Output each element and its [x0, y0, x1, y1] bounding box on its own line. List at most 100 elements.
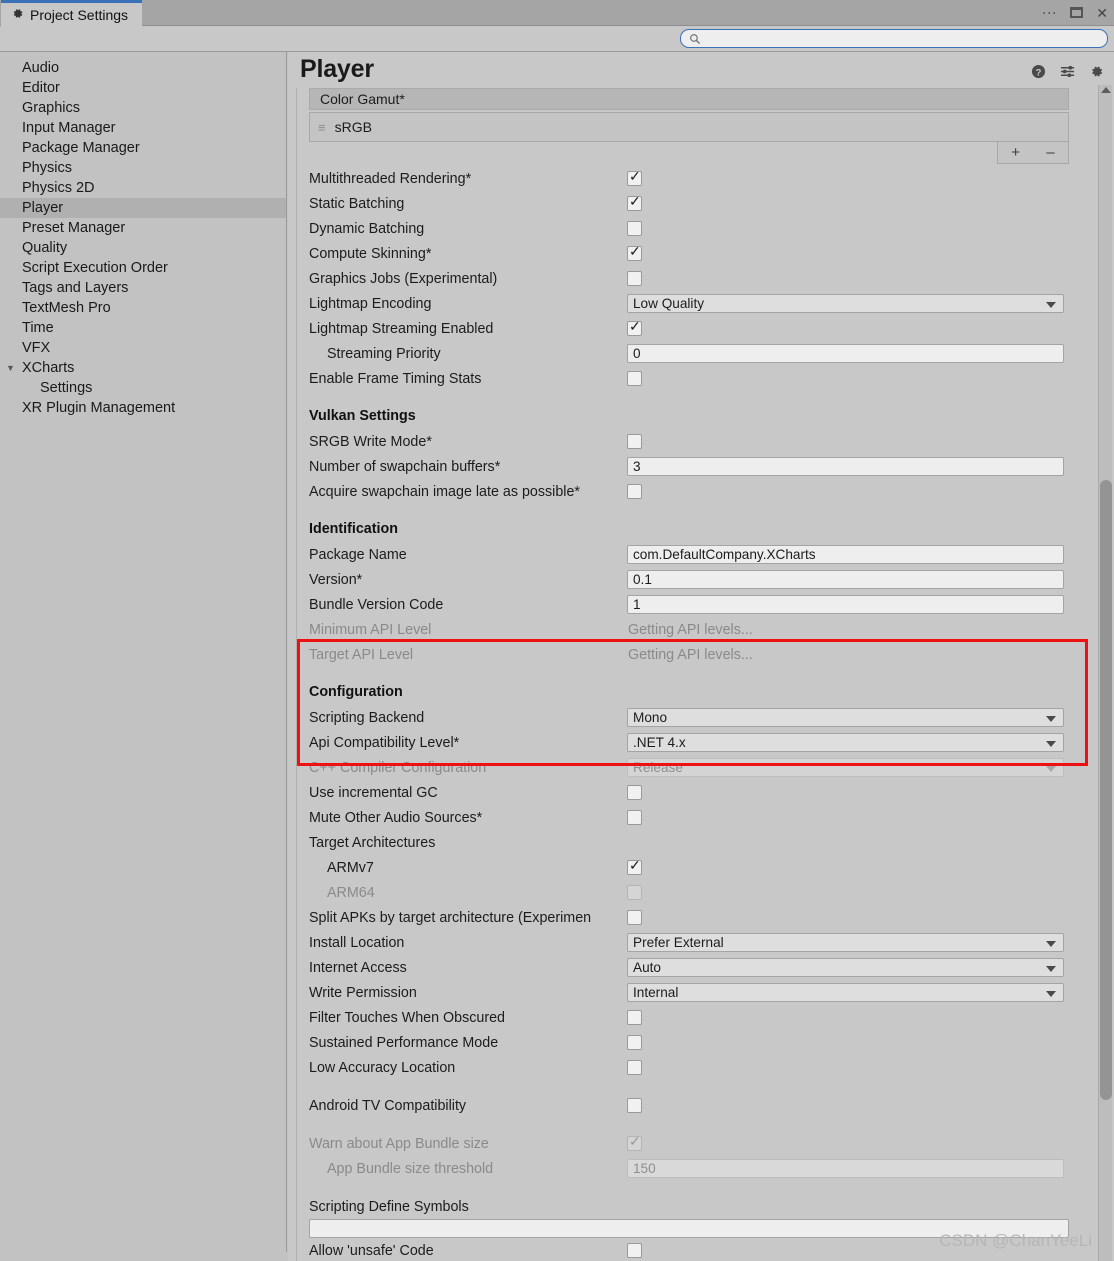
setting-label: Package Name: [309, 546, 407, 563]
sidebar-item-preset-manager[interactable]: Preset Manager: [0, 218, 286, 238]
sidebar-item-player[interactable]: Player: [0, 198, 286, 218]
text-input-bundle-version-code[interactable]: 1: [627, 595, 1064, 614]
sidebar-item-textmesh-pro[interactable]: TextMesh Pro: [0, 298, 286, 318]
checkbox-use-incremental-gc[interactable]: [627, 785, 642, 800]
sidebar-item-editor[interactable]: Editor: [0, 78, 286, 98]
dropdown-install-location[interactable]: Prefer External: [627, 933, 1064, 952]
scroll-up-arrow-icon[interactable]: [1101, 87, 1111, 93]
setting-row-write-permission: Write Permission Internal: [297, 980, 1088, 1005]
remove-gamut-button[interactable]: –: [1046, 145, 1054, 160]
dropdown-value: Prefer External: [633, 935, 724, 950]
sidebar-item-audio[interactable]: Audio: [0, 58, 286, 78]
sidebar-item-quality[interactable]: Quality: [0, 238, 286, 258]
setting-label: Version*: [309, 571, 363, 588]
checkbox-armv7[interactable]: [627, 857, 642, 875]
sidebar-item-physics-2d[interactable]: Physics 2D: [0, 178, 286, 198]
sidebar-item-label: Audio: [22, 60, 60, 76]
setting-row-c-compiler-configuration: C++ Compiler Configuration Release: [297, 755, 1088, 780]
kebab-menu-icon[interactable]: ⋮: [1042, 6, 1058, 20]
checkbox-warn-about-app-bundle-size[interactable]: [627, 1133, 642, 1151]
add-gamut-button[interactable]: +: [1011, 145, 1020, 160]
search-box[interactable]: [680, 29, 1108, 48]
checkbox-allow-unsafe-code[interactable]: [627, 1243, 642, 1258]
sidebar-item-script-execution-order[interactable]: Script Execution Order: [0, 258, 286, 278]
text-input-number-of-swapchain-buffers[interactable]: 3: [627, 457, 1064, 476]
checkbox-multithreaded-rendering[interactable]: [627, 168, 642, 186]
checkbox-low-accuracy-location[interactable]: [627, 1060, 642, 1075]
search-icon: [689, 33, 701, 45]
setting-row-app-bundle-size-threshold: App Bundle size threshold 150: [297, 1156, 1088, 1181]
page-title: Player: [300, 55, 374, 83]
sidebar-item-time[interactable]: Time: [0, 318, 286, 338]
checkbox-dynamic-batching[interactable]: [627, 221, 642, 236]
text-input-version[interactable]: 0.1: [627, 570, 1064, 589]
checkbox-lightmap-streaming-enabled[interactable]: [627, 318, 642, 336]
dropdown-internet-access[interactable]: Auto: [627, 958, 1064, 977]
scrollbar-thumb[interactable]: [1100, 480, 1112, 1100]
setting-row-version: Version* 0.1: [297, 567, 1088, 592]
setting-row-api-compatibility-level: Api Compatibility Level* .NET 4.x: [297, 730, 1088, 755]
search-input[interactable]: [701, 30, 1099, 47]
sidebar-item-tags-and-layers[interactable]: Tags and Layers: [0, 278, 286, 298]
dropdown-lightmap-encoding[interactable]: Low Quality: [627, 294, 1064, 313]
text-input-streaming-priority[interactable]: 0: [627, 344, 1064, 363]
setting-row-enable-frame-timing-stats: Enable Frame Timing Stats: [297, 366, 1088, 391]
checkbox-enable-frame-timing-stats[interactable]: [627, 371, 642, 386]
sidebar-item-vfx[interactable]: VFX: [0, 338, 286, 358]
checkbox-graphics-jobs-experimental[interactable]: [627, 271, 642, 286]
text-input-package-name[interactable]: com.DefaultCompany.XCharts: [627, 545, 1064, 564]
text-input-app-bundle-size-threshold[interactable]: 150: [627, 1159, 1064, 1178]
checkbox-compute-skinning[interactable]: [627, 243, 642, 261]
setting-label: Scripting Backend: [309, 709, 425, 726]
readonly-value-minimum-api-level: Getting API levels...: [628, 621, 753, 638]
sidebar-item-package-manager[interactable]: Package Manager: [0, 138, 286, 158]
dropdown-c-compiler-configuration[interactable]: Release: [627, 758, 1064, 777]
setting-row-minimum-api-level: Minimum API Level Getting API levels...: [297, 617, 1088, 642]
sidebar-item-label: TextMesh Pro: [22, 300, 111, 316]
svg-text:?: ?: [1036, 67, 1042, 77]
color-gamut-list[interactable]: ≡ sRGB: [309, 112, 1069, 142]
sidebar-item-graphics[interactable]: Graphics: [0, 98, 286, 118]
tab-project-settings[interactable]: Project Settings: [1, 0, 143, 26]
setting-label: Acquire swapchain image late as possible…: [309, 483, 580, 500]
settings-scroll-region: Color Gamut* ≡ sRGB + – Multithreaded Re…: [296, 88, 1088, 1261]
vertical-scrollbar[interactable]: [1098, 85, 1112, 1261]
close-icon[interactable]: ✕: [1096, 6, 1108, 20]
preset-icon[interactable]: [1060, 64, 1075, 79]
setting-label: C++ Compiler Configuration: [309, 759, 487, 776]
sidebar-item-label: Player: [22, 200, 64, 216]
setting-row-use-incremental-gc: Use incremental GC: [297, 780, 1088, 805]
checkbox-arm64[interactable]: [627, 885, 642, 900]
maximize-icon[interactable]: [1070, 6, 1084, 20]
setting-row-number-of-swapchain-buffers: Number of swapchain buffers* 3: [297, 454, 1088, 479]
sidebar-item-label: Editor: [22, 80, 60, 96]
checkbox-srgb-write-mode[interactable]: [627, 434, 642, 449]
dropdown-api-compatibility-level[interactable]: .NET 4.x: [627, 733, 1064, 752]
checkbox-split-apks-by-target-architecture-experimen[interactable]: [627, 910, 642, 925]
checkbox-filter-touches-when-obscured[interactable]: [627, 1010, 642, 1025]
scripting-define-symbols-input[interactable]: [309, 1219, 1069, 1238]
sidebar-item-xr-plugin-management[interactable]: XR Plugin Management: [0, 398, 286, 418]
checkbox-android-tv-compatibility[interactable]: [627, 1098, 642, 1113]
setting-label: Android TV Compatibility: [309, 1097, 467, 1114]
sidebar-item-label: Settings: [40, 380, 93, 396]
setting-label: Compute Skinning*: [309, 245, 432, 262]
help-icon[interactable]: ?: [1031, 64, 1046, 79]
gear-icon[interactable]: [1089, 64, 1104, 79]
checkbox-sustained-performance-mode[interactable]: [627, 1035, 642, 1050]
window-controls: ⋮ ✕: [1042, 0, 1108, 26]
sidebar-item-settings[interactable]: Settings: [0, 378, 286, 398]
drag-handle-icon[interactable]: ≡: [318, 120, 326, 135]
checkbox-acquire-swapchain-image-late-as-possible[interactable]: [627, 484, 642, 499]
sidebar-item-physics[interactable]: Physics: [0, 158, 286, 178]
setting-row-graphics-jobs-experimental: Graphics Jobs (Experimental): [297, 266, 1088, 291]
dropdown-scripting-backend[interactable]: Mono: [627, 708, 1064, 727]
color-gamut-entry[interactable]: sRGB: [335, 119, 372, 135]
chevron-down-icon[interactable]: ▼: [6, 358, 15, 378]
checkbox-mute-other-audio-sources[interactable]: [627, 810, 642, 825]
sidebar-item-input-manager[interactable]: Input Manager: [0, 118, 286, 138]
sidebar-item-xcharts[interactable]: ▼ XCharts: [0, 358, 286, 378]
dropdown-write-permission[interactable]: Internal: [627, 983, 1064, 1002]
checkbox-static-batching[interactable]: [627, 193, 642, 211]
setting-label: Split APKs by target architecture (Exper…: [309, 909, 592, 926]
